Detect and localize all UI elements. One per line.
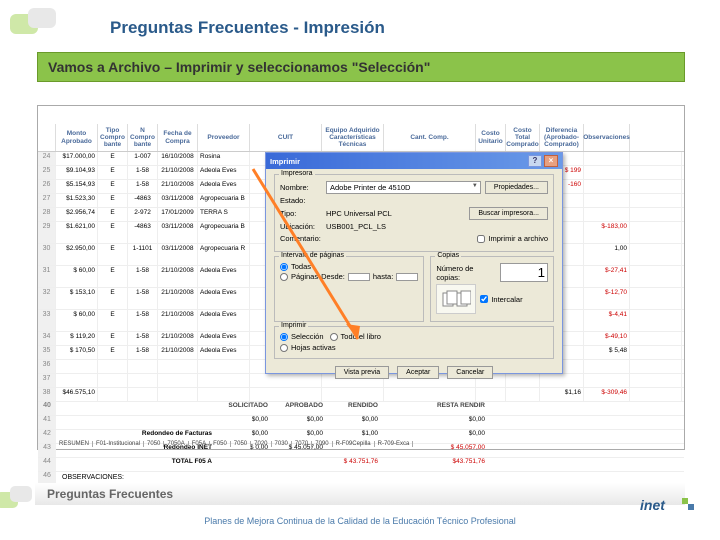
cancel-button[interactable]: Cancelar xyxy=(447,366,493,379)
sheet-tab[interactable]: 7020 xyxy=(251,441,271,447)
inet-logo: inet xyxy=(638,494,698,518)
summary-header: 40 SOLICITADO APROBADO RENDIDO RESTA REN… xyxy=(38,402,684,416)
header-cuit: CUIT xyxy=(250,124,322,151)
find-printer-button[interactable]: Buscar impresora... xyxy=(469,207,548,220)
footer-bar: Preguntas Frecuentes xyxy=(35,483,685,505)
spreadsheet-screenshot: Monto Aprobado Tipo Compro bante N Compr… xyxy=(37,105,685,450)
table-row: 38$46.575,10$1,16$-309,46 xyxy=(38,388,684,402)
print-to-file-check[interactable]: Imprimir a archivo xyxy=(477,234,548,243)
page-title: Preguntas Frecuentes - Impresión xyxy=(110,18,385,38)
sheet-tab[interactable]: F050 xyxy=(210,441,231,447)
close-icon[interactable]: × xyxy=(544,155,558,167)
window-controls: ? × xyxy=(528,155,558,167)
dialog-titlebar: Imprimir ? × xyxy=(266,153,562,169)
preview-button[interactable]: Vista previa xyxy=(335,366,389,379)
svg-text:inet: inet xyxy=(640,497,666,513)
row-num-head xyxy=(38,124,56,151)
range-pages-radio[interactable]: Páginas Desde: hasta: xyxy=(280,272,418,281)
header-equipo: Equipo Adquirido Características Técnica… xyxy=(322,124,384,151)
header-monto: Monto Aprobado xyxy=(56,124,98,151)
collate-check[interactable]: Intercalar xyxy=(480,295,522,304)
dialog-title: Imprimir xyxy=(270,157,300,166)
header-dif: Diferencia (Aprobado-Comprado) xyxy=(540,124,584,151)
sheet-tab[interactable]: 7050A xyxy=(164,441,188,447)
sheet-tab[interactable]: 7090 xyxy=(312,441,332,447)
sheet-tab[interactable]: F05A xyxy=(189,441,210,447)
collate-icon xyxy=(436,284,476,314)
slide: Preguntas Frecuentes - Impresión Vamos a… xyxy=(0,0,720,540)
header-fecha: Fecha de Compra xyxy=(158,124,198,151)
help-icon[interactable]: ? xyxy=(528,155,542,167)
header-unit: Costo Unitario xyxy=(476,124,506,151)
summary-row: 44TOTAL F05 A$ 43.751,76$43.751,76 xyxy=(38,458,684,472)
sheet-tab[interactable]: F01-Institucional xyxy=(93,441,144,447)
instruction-text: Vamos a Archivo – Imprimir y seleccionam… xyxy=(48,59,430,75)
copies-input[interactable] xyxy=(500,263,548,282)
copies-group: Copias Número de copias: Intercalar xyxy=(430,256,554,322)
sheet-tab[interactable]: R-709-Exca xyxy=(375,441,414,447)
column-headers: Monto Aprobado Tipo Compro bante N Compr… xyxy=(38,124,684,152)
book-radio[interactable]: Todo el libro xyxy=(330,332,381,341)
active-sheets-radio[interactable]: Hojas activas xyxy=(280,343,548,352)
properties-button[interactable]: Propiedades... xyxy=(485,181,548,194)
selection-radio[interactable]: Selección xyxy=(280,332,324,341)
instruction-bar: Vamos a Archivo – Imprimir y seleccionam… xyxy=(37,52,685,82)
printer-select[interactable]: Adobe Printer de 4510D xyxy=(326,181,481,194)
summary-row: 41$0,00$0,00$0,00$0,00 xyxy=(38,416,684,430)
sheet-tabs[interactable]: RESUMENF01-Institucional70507050AF05AF05… xyxy=(56,441,413,447)
header-total: Costo Total Comprado xyxy=(506,124,540,151)
header-cant: Cant. Comp. xyxy=(384,124,476,151)
sheet-tab[interactable]: 7070 xyxy=(292,441,312,447)
sheet-tab[interactable]: R-F09Cepilla xyxy=(333,441,375,447)
header-n: N Compro bante xyxy=(128,124,158,151)
print-dialog: Imprimir ? × Impresora Nombre: Adobe Pri… xyxy=(265,152,563,374)
sheet-tab[interactable]: 7030 xyxy=(272,441,292,447)
printer-group: Impresora Nombre: Adobe Printer de 4510D… xyxy=(274,174,554,252)
header-obs: Observaciones xyxy=(584,124,630,151)
sheet-tab[interactable]: 7050 xyxy=(144,441,164,447)
footer-label: Preguntas Frecuentes xyxy=(47,487,173,501)
header-prov: Proveedor xyxy=(198,124,250,151)
header-tipo: Tipo Compro bante xyxy=(98,124,128,151)
range-group: Intervalo de páginas Todas Páginas Desde… xyxy=(274,256,424,322)
footer-caption: Planes de Mejora Continua de la Calidad … xyxy=(0,516,720,526)
range-all-radio[interactable]: Todas xyxy=(280,262,418,271)
sheet-tab[interactable]: RESUMEN xyxy=(56,441,93,447)
ok-button[interactable]: Aceptar xyxy=(397,366,439,379)
print-what-group: Imprimir Selección Todo el libro Hojas a… xyxy=(274,326,554,359)
sheet-tab[interactable]: 7050 xyxy=(231,441,251,447)
title-accent xyxy=(0,0,70,40)
